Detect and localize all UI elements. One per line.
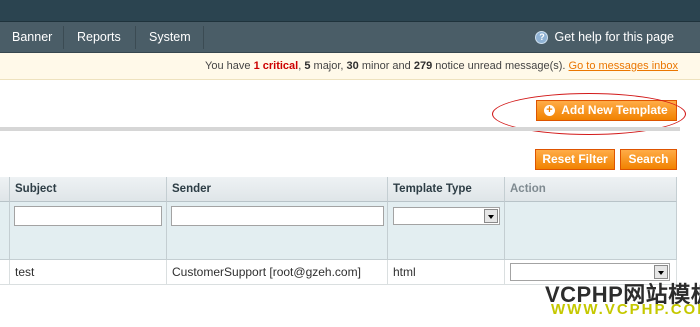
header-bar [0, 0, 700, 22]
row-cell-empty [0, 260, 10, 285]
major-label: major, [310, 60, 347, 72]
nav-item-banner[interactable]: Banner [0, 22, 64, 53]
template-type-filter-select[interactable] [393, 207, 500, 225]
reset-filter-button[interactable]: Reset Filter [535, 149, 615, 170]
help-link-label: Get help for this page [554, 30, 674, 44]
filter-cell-subject [10, 202, 167, 260]
column-header-subject[interactable]: Subject [10, 177, 167, 202]
row-sender[interactable]: CustomerSupport [root@gzeh.com] [167, 260, 388, 285]
nav-separator [203, 26, 204, 49]
filter-cell-action [505, 202, 677, 260]
chevron-down-icon [484, 209, 498, 223]
content-header-divider [0, 127, 680, 131]
subject-filter-input[interactable] [14, 206, 162, 226]
sender-filter-input[interactable] [171, 206, 384, 226]
nav-separator [63, 26, 64, 49]
help-icon: ? [535, 31, 549, 44]
column-header-action: Action [505, 177, 677, 202]
row-template-type[interactable]: html [388, 260, 505, 285]
filter-cell-empty [0, 202, 10, 260]
filter-cell-sender [167, 202, 388, 260]
system-messages-notice: You have 1 critical, 5 major, 30 minor a… [0, 53, 700, 80]
watermark-url: WWW.VCPHP.COM [551, 301, 700, 318]
row-subject[interactable]: test [10, 260, 167, 285]
notice-count: 279 [413, 60, 433, 72]
main-navigation: Banner Reports System ? Get help for thi… [0, 22, 700, 53]
grid-header-checkbox-column [0, 177, 10, 202]
notice-text: You have 1 critical, 5 major, 30 minor a… [205, 60, 678, 72]
nav-item-system[interactable]: System [137, 22, 203, 53]
critical-label: critical [259, 60, 299, 72]
minor-count: 30 [346, 60, 359, 72]
search-button[interactable]: Search [620, 149, 677, 170]
nav-separator [135, 26, 136, 49]
column-header-template-type[interactable]: Template Type [388, 177, 505, 202]
filter-cell-template-type [388, 202, 505, 260]
messages-inbox-link[interactable]: Go to messages inbox [569, 60, 678, 72]
notice-label: notice unread message(s). [432, 60, 569, 72]
nav-item-reports[interactable]: Reports [65, 22, 133, 53]
column-header-sender[interactable]: Sender [167, 177, 388, 202]
templates-grid: Subject Sender Template Type Action test… [0, 177, 677, 285]
minor-label: minor and [358, 60, 414, 72]
notice-prefix: You have [205, 60, 254, 72]
help-link[interactable]: ? Get help for this page [535, 22, 674, 53]
